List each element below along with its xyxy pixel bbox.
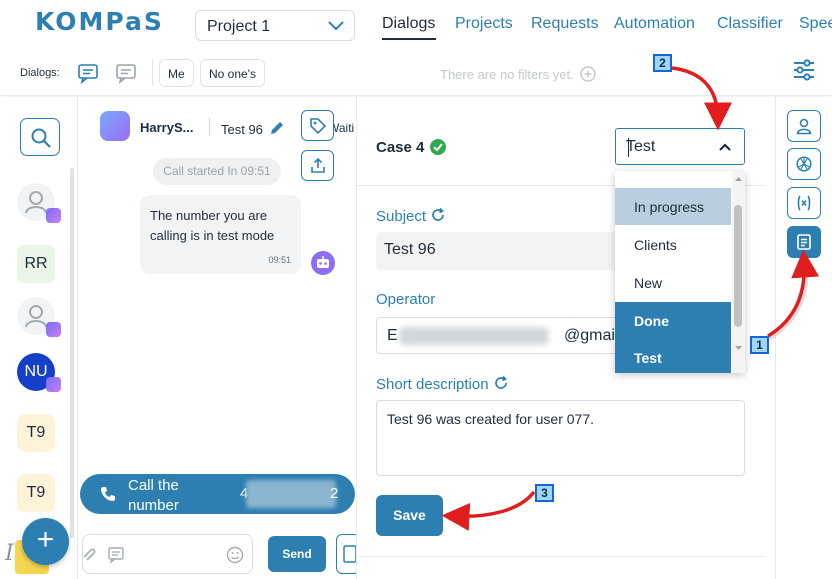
description-label-text: Short description bbox=[376, 376, 489, 393]
case-status-select[interactable]: Test bbox=[615, 128, 745, 165]
rail-scrollbar[interactable] bbox=[70, 168, 74, 538]
refresh-icon[interactable] bbox=[430, 207, 446, 223]
dropdown-scrollbar-thumb[interactable] bbox=[734, 205, 742, 327]
filter-bar: Dialogs: Me No one's There are no filter… bbox=[0, 50, 832, 96]
person-icon bbox=[796, 118, 812, 135]
tab-projects[interactable]: Projects bbox=[455, 15, 513, 33]
chat-filled-icon[interactable] bbox=[76, 61, 100, 85]
tab-dialogs[interactable]: Dialogs bbox=[382, 15, 435, 33]
status-option-test[interactable]: Test bbox=[615, 339, 731, 373]
call-number-label: Call the number bbox=[128, 477, 179, 514]
app-header: KOMPaS Project 1 Dialogs Projects Reques… bbox=[0, 0, 832, 50]
save-button[interactable]: Save bbox=[376, 495, 443, 536]
share-button[interactable] bbox=[301, 150, 334, 181]
chip-me[interactable]: Me bbox=[159, 59, 194, 87]
status-option-new[interactable]: New bbox=[615, 264, 731, 301]
panel-bottom-divider bbox=[357, 556, 765, 557]
send-button[interactable]: Send bbox=[268, 536, 326, 572]
upload-icon bbox=[311, 157, 325, 173]
call-started-notice: Call started In 09:51 bbox=[153, 158, 281, 185]
case-status-value: Test bbox=[626, 138, 656, 155]
checkmark-icon bbox=[433, 143, 443, 152]
status-option-done[interactable]: Done bbox=[615, 302, 731, 339]
variables-button[interactable] bbox=[787, 187, 821, 219]
active-tab-underline bbox=[382, 38, 436, 40]
template-icon[interactable] bbox=[107, 546, 125, 564]
no-filters-text: There are no filters yet. bbox=[440, 66, 596, 82]
subject-label: Subject bbox=[376, 207, 446, 225]
channel-badge-icon bbox=[46, 208, 61, 223]
message-text: The number you are calling is in test mo… bbox=[150, 208, 275, 243]
client-info-button[interactable] bbox=[787, 110, 821, 142]
emoji-icon[interactable] bbox=[226, 546, 244, 564]
search-button[interactable] bbox=[20, 118, 60, 156]
message-bubble: The number you are calling is in test mo… bbox=[140, 195, 301, 274]
call-number-end: 2 bbox=[330, 485, 339, 502]
operator-label: Operator bbox=[376, 291, 436, 308]
chat-outline-icon[interactable] bbox=[114, 61, 138, 85]
cloud-phone-icon bbox=[100, 111, 130, 141]
new-dialog-button[interactable]: + bbox=[22, 518, 69, 565]
ai-assistant-button[interactable] bbox=[787, 148, 821, 180]
message-time: 09:51 bbox=[268, 255, 291, 265]
scroll-up-arrow-icon[interactable] bbox=[732, 174, 745, 184]
step-marker-2: 2 bbox=[653, 54, 672, 72]
channel-badge-icon bbox=[46, 322, 61, 337]
avatar-dialog-t9-b[interactable]: T9 bbox=[17, 474, 55, 512]
subject-label-text: Subject bbox=[376, 208, 427, 225]
openai-knot-icon bbox=[796, 156, 812, 172]
chevron-up-icon bbox=[719, 143, 731, 151]
case-title: Case 4 bbox=[376, 139, 425, 156]
no-filters-label: There are no filters yet. bbox=[440, 67, 574, 82]
refresh-icon[interactable] bbox=[493, 375, 509, 391]
tab-automation[interactable]: Automation bbox=[614, 15, 695, 33]
channel-badge-icon bbox=[46, 377, 61, 392]
description-label: Short description bbox=[376, 375, 509, 393]
search-icon bbox=[31, 128, 51, 148]
app-logo[interactable]: KOMPaS bbox=[35, 7, 164, 36]
attach-icon[interactable] bbox=[80, 547, 100, 563]
tab-requests[interactable]: Requests bbox=[531, 15, 599, 33]
sliders-icon[interactable] bbox=[792, 58, 816, 82]
redacted-email bbox=[399, 327, 549, 345]
contact-name[interactable]: HarryS... bbox=[140, 120, 193, 135]
italic-icon: I bbox=[5, 541, 14, 566]
step-marker-3: 3 bbox=[535, 484, 554, 502]
status-option-clients[interactable]: Clients bbox=[615, 226, 731, 263]
add-filter-icon[interactable] bbox=[580, 66, 596, 82]
robot-face-icon bbox=[317, 256, 329, 268]
bot-icon bbox=[311, 251, 335, 275]
redacted-number bbox=[246, 480, 336, 508]
case-status-dropdown: In progress Clients New Done Test bbox=[615, 171, 745, 373]
call-number-button[interactable]: Call the number 4 2 bbox=[80, 474, 355, 514]
avatar-dialog-t9-a[interactable]: T9 bbox=[17, 414, 55, 452]
pencil-icon[interactable] bbox=[269, 120, 285, 136]
case-reference-text: Test 96 bbox=[221, 122, 263, 137]
filter-divider bbox=[152, 60, 153, 86]
header-divider bbox=[209, 118, 210, 136]
chevron-down-icon bbox=[328, 21, 344, 31]
dialogs-filter-label: Dialogs: bbox=[20, 67, 60, 79]
tag-button[interactable] bbox=[301, 110, 334, 141]
step-marker-1: 1 bbox=[750, 336, 769, 354]
tab-classifier[interactable]: Classifier bbox=[717, 15, 783, 33]
message-input[interactable] bbox=[82, 534, 253, 574]
phone-icon bbox=[101, 487, 115, 501]
case-card-button[interactable] bbox=[787, 226, 821, 258]
operator-prefix: E bbox=[387, 327, 398, 344]
variable-icon bbox=[797, 195, 811, 211]
status-option-in-progress[interactable]: In progress bbox=[615, 188, 731, 225]
document-lines-icon bbox=[797, 234, 811, 250]
description-field[interactable]: Test 96 was created for user 077. bbox=[376, 400, 745, 476]
tab-speech[interactable]: Spee bbox=[799, 15, 832, 33]
check-circle-icon bbox=[430, 139, 446, 155]
tag-icon bbox=[310, 118, 327, 135]
chip-no-ones[interactable]: No one's bbox=[200, 59, 265, 87]
scroll-down-arrow-icon[interactable] bbox=[732, 343, 745, 353]
operator-suffix: @gmail bbox=[564, 327, 619, 344]
project-select-value: Project 1 bbox=[207, 18, 271, 35]
project-select[interactable]: Project 1 bbox=[195, 10, 355, 41]
avatar-dialog-rr[interactable]: RR bbox=[17, 245, 55, 283]
case-reference[interactable]: Test 96 bbox=[221, 120, 285, 137]
